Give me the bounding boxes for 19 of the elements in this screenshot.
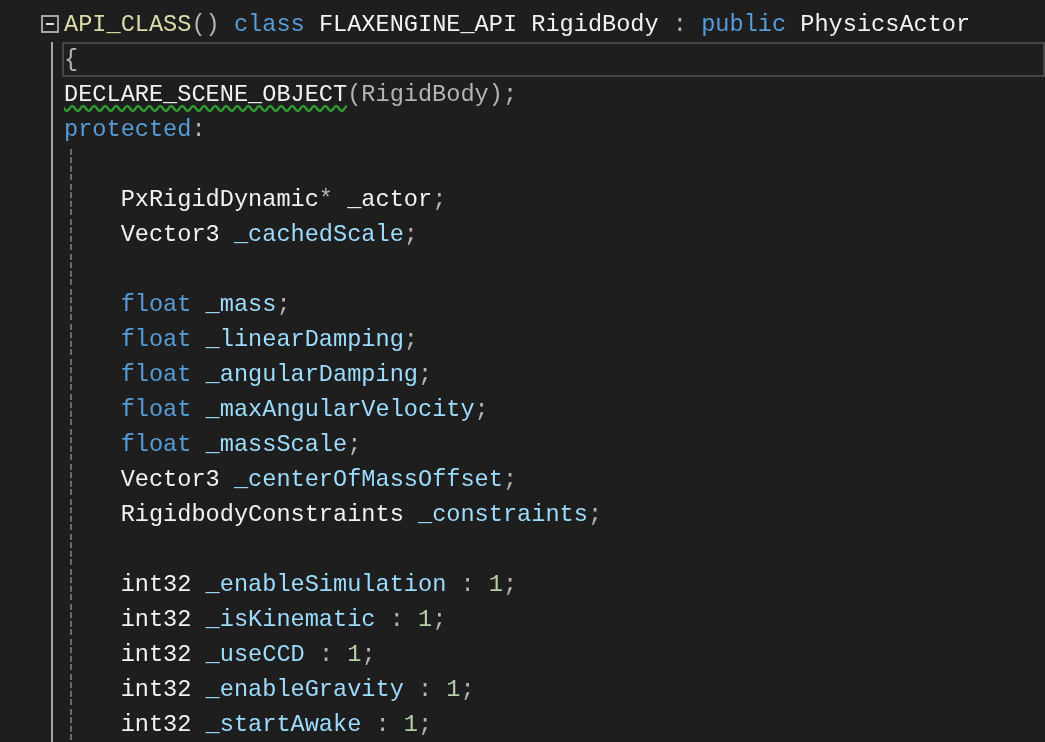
code-line: int32 _useCCD : 1; bbox=[119, 640, 376, 670]
code-line: float _maxAngularVelocity; bbox=[119, 395, 489, 425]
code-line: Vector3 _centerOfMassOffset; bbox=[119, 465, 518, 495]
code-line: PxRigidDynamic* _actor; bbox=[119, 185, 447, 215]
code-line: float _mass; bbox=[119, 290, 291, 320]
code-line: int32 _isKinematic : 1; bbox=[119, 605, 447, 635]
code-line: int32 _enableGravity : 1; bbox=[119, 675, 475, 705]
code-line: protected: bbox=[64, 115, 206, 145]
code-line: int32 _startAwake : 1; bbox=[119, 710, 433, 740]
code-line: Vector3 _cachedScale; bbox=[119, 220, 418, 250]
code-line: DECLARE_SCENE_OBJECT(RigidBody); bbox=[64, 80, 518, 110]
code-line: { bbox=[64, 45, 79, 75]
code-line: float _linearDamping; bbox=[119, 325, 418, 355]
code-line: float _massScale; bbox=[119, 430, 362, 460]
code-line: float _angularDamping; bbox=[119, 360, 433, 390]
code-line: API_CLASS() class FLAXENGINE_API RigidBody : public PhysicsActor bbox=[64, 10, 971, 40]
code-line: RigidbodyConstraints _constraints; bbox=[119, 500, 603, 530]
code-line: int32 _enableSimulation : 1; bbox=[119, 570, 518, 600]
collapse-icon[interactable] bbox=[41, 15, 59, 33]
